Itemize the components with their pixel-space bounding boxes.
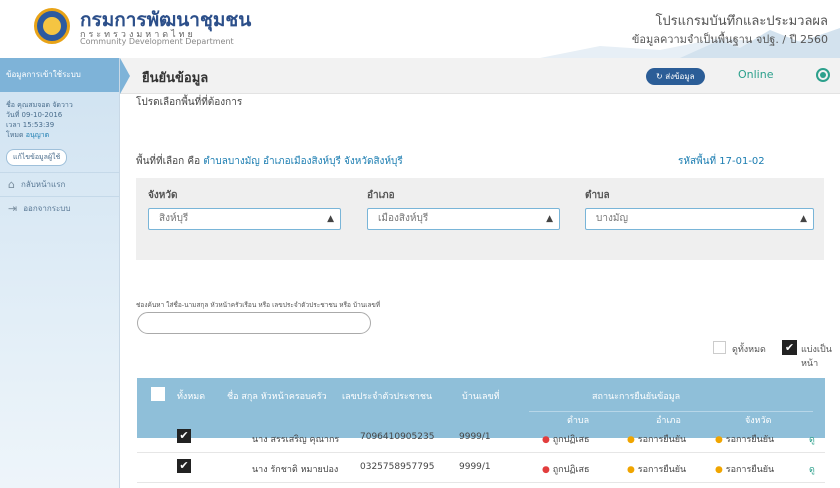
area-code: รหัสพื้นที่ 17-01-02 (678, 156, 765, 167)
area-prompt: โปรดเลือกพื้นที่ที่ต้องการ (136, 97, 243, 108)
province-status-text: รอการยืนยัน (725, 435, 775, 445)
send-data-button[interactable]: ↻ ส่งข้อมูล (646, 68, 705, 85)
province-select[interactable]: สิงห์บุรี ▲ (148, 208, 341, 230)
row-checkbox[interactable]: ✔ (177, 459, 191, 473)
row-amphoe-status: ● รอการยืนยัน (627, 465, 687, 475)
logout-icon: ⇥ (8, 202, 18, 215)
online-radio[interactable] (816, 68, 830, 82)
col-select-all: ทั้งหมด (177, 392, 206, 402)
row-id: 7096410905235 (360, 432, 435, 442)
row-name: นาง รักชาติ หมายปอง (252, 465, 339, 475)
tambon-status-text: ถูกปฏิเสธ (552, 465, 590, 475)
row-province-status: ● รอการยืนยัน (715, 435, 775, 445)
amphoe-status-text: รอการยืนยัน (637, 465, 687, 475)
sidebar-item-logout[interactable]: ⇥ ออกจากระบบ (0, 196, 119, 220)
row-name: นาง สรรเสริญ คุณากร (252, 435, 340, 445)
row-tambon-status: ● ถูกปฏิเสธ (542, 435, 590, 445)
program-title: โปรแกรมบันทึกและประมวลผล (655, 14, 828, 29)
subdistrict-value: บางมัญ (596, 213, 628, 224)
paginate-checkbox[interactable]: ✔ (782, 340, 797, 355)
row-province-status: ● รอการยืนยัน (715, 465, 775, 475)
program-subtitle: ข้อมูลความจำเป็นพื้นฐาน จปฐ. / ปี 2560 (631, 33, 828, 46)
sidebar-item-home[interactable]: ⌂ กลับหน้าแรก (0, 172, 119, 196)
search-label: ช่องค้นหา ใส่ชื่อ-นามสกุล หัวหน้าครัวเรื… (136, 301, 381, 309)
sidebar-item-label: ออกจากระบบ (23, 204, 71, 213)
row-amphoe-status: ● รอการยืนยัน (627, 435, 687, 445)
sidebar-item-label: กลับหน้าแรก (20, 180, 66, 189)
col-id: เลขประจำตัวประชาชน (342, 392, 433, 402)
district-select[interactable]: เมืองสิงห์บุรี ▲ (367, 208, 560, 230)
user-info: ชื่อ คุณสมจอด จัดวาว วันที่ 09-10-2016 เ… (0, 92, 119, 144)
user-role: โหมด อนุญาต (6, 130, 113, 140)
province-value: สิงห์บุรี (159, 213, 189, 224)
role-prefix: โหมด (6, 131, 24, 139)
status-divider (529, 411, 813, 412)
paginate-label: แบ่งเป็นหน้า (801, 345, 832, 369)
amphoe-status-text: รอการยืนยัน (637, 435, 687, 445)
row-house: 9999/1 (459, 462, 491, 472)
topbar-notch (120, 58, 130, 94)
app-header: กรมการพัฒนาชุมชน กระทรวงมหาดไทย Communit… (0, 0, 840, 58)
selected-area: พื้นที่ที่เลือก คือ ตำบลบางมัญ อำเภอเมือ… (136, 154, 403, 169)
search-input[interactable] (137, 312, 371, 334)
sidebar-heading: ข้อมูลการเข้าใช้ระบบ (0, 58, 119, 92)
select-arrow-icon: ▲ (546, 214, 553, 224)
page-title: ยืนยันข้อมูล (142, 71, 209, 86)
user-name: ชื่อ คุณสมจอด จัดวาว (6, 101, 73, 109)
home-icon: ⌂ (8, 178, 15, 191)
filter-panel: จังหวัด สิงห์บุรี ▲ อำเภอ เมืองสิงห์บุรี ▲… (136, 178, 824, 260)
edit-profile-button[interactable]: แก้ไขข้อมูลผู้ใช้ (6, 149, 68, 166)
table-row[interactable]: ✔ นาง สรรเสริญ คุณากร 7096410905235 9999… (137, 423, 825, 453)
department-name-en: Community Development Department (80, 37, 234, 46)
table-row[interactable]: ✔ นาง รักชาติ หมายปอง 0325758957795 9999… (137, 453, 825, 483)
row-view-link[interactable]: ดู (809, 462, 815, 476)
selected-area-value: ตำบลบางมัญ อำเภอเมืองสิงห์บุรี จังหวัดสิ… (203, 156, 403, 167)
select-arrow-icon: ▲ (800, 214, 807, 224)
page-topbar: ยืนยันข้อมูล ↻ ส่งข้อมูล Online (120, 58, 840, 94)
department-logo[interactable] (34, 8, 70, 44)
district-label: อำเภอ (367, 190, 395, 201)
col-name: ชื่อ สกุล หัวหน้าครอบครัว (227, 392, 327, 402)
row-house: 9999/1 (459, 432, 491, 442)
row-tambon-status: ● ถูกปฏิเสธ (542, 465, 590, 475)
select-arrow-icon: ▲ (327, 214, 334, 224)
selected-area-prefix: พื้นที่ที่เลือก คือ (136, 156, 201, 167)
subdistrict-label: ตำบล (585, 190, 610, 201)
send-data-label: ส่งข้อมูล (665, 72, 695, 81)
province-status-text: รอการยืนยัน (725, 465, 775, 475)
login-time: เวลา 15:53:39 (6, 121, 55, 129)
tambon-status-text: ถูกปฏิเสธ (552, 435, 590, 445)
row-id: 0325758957795 (360, 462, 435, 472)
row-view-link[interactable]: ดู (809, 432, 815, 446)
online-status: Online (738, 68, 774, 81)
row-checkbox[interactable]: ✔ (177, 429, 191, 443)
login-date: วันที่ 09-10-2016 (6, 111, 63, 119)
province-label: จังหวัด (148, 190, 178, 201)
refresh-icon: ↻ (656, 72, 663, 81)
col-status: สถานะการยืนยันข้อมูล (592, 392, 681, 402)
show-all-label: ดูทั้งหมด (732, 345, 766, 355)
sidebar: ข้อมูลการเข้าใช้ระบบ ชื่อ คุณสมจอด จัดวา… (0, 58, 120, 488)
role-value: อนุญาต (25, 131, 50, 139)
col-house: บ้านเลขที่ (462, 392, 500, 402)
show-all-checkbox[interactable] (713, 341, 726, 354)
subdistrict-select[interactable]: บางมัญ ▲ (585, 208, 814, 230)
district-value: เมืองสิงห์บุรี (378, 213, 429, 224)
select-all-checkbox[interactable] (151, 387, 165, 401)
